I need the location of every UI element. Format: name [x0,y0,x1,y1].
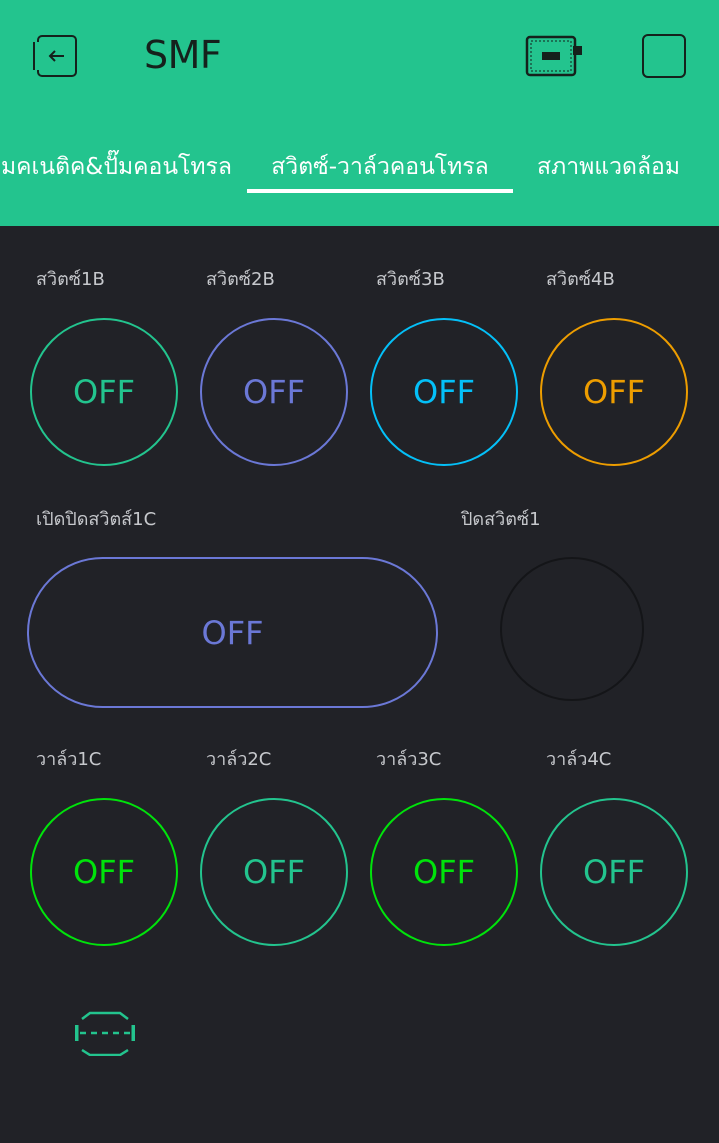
switch-4b-label: สวิตซ์4B [546,269,615,290]
exit-icon[interactable] [30,32,82,80]
tab-environment[interactable]: สภาพแวดล้อม [537,150,680,184]
close-switch-1-button[interactable] [500,557,644,701]
valve-1c-label: วาล์ว1C [36,749,102,770]
valve-4c-button[interactable]: OFF [540,798,688,946]
tab-magnetic-pump-control[interactable]: แมคเนติค&ปั๊มคอนโทรล [0,150,232,184]
active-tab-indicator [247,189,513,193]
square-icon[interactable] [642,34,686,78]
toggle-1c-label: เปิดปิดสวิตส์1C [36,509,157,530]
close-switch-1-label: ปิดสวิตซ์1 [461,509,541,530]
spacer-icon[interactable] [74,1010,136,1056]
switch-1b-label: สวิตซ์1B [36,269,105,290]
tab-switch-valve-control[interactable]: สวิตซ์-วาล์วคอนโทรล [247,150,513,184]
device-board-icon[interactable] [524,34,584,78]
switch-3b-button[interactable]: OFF [370,318,518,466]
switch-4b-button[interactable]: OFF [540,318,688,466]
valve-2c-button[interactable]: OFF [200,798,348,946]
valve-2c-label: วาล์ว2C [206,749,272,770]
switch-3b-label: สวิตซ์3B [376,269,445,290]
toggle-1c-button[interactable]: OFF [27,557,438,708]
valve-3c-label: วาล์ว3C [376,749,442,770]
switch-2b-button[interactable]: OFF [200,318,348,466]
app-header: SMF แมคเนติค&ปั๊มคอนโทรล สวิตซ์-วาล์วคอน… [0,0,719,226]
switch-1b-button[interactable]: OFF [30,318,178,466]
switch-2b-label: สวิตซ์2B [206,269,275,290]
valve-3c-button[interactable]: OFF [370,798,518,946]
valve-4c-label: วาล์ว4C [546,749,612,770]
valve-1c-button[interactable]: OFF [30,798,178,946]
app-title: SMF [144,33,222,77]
